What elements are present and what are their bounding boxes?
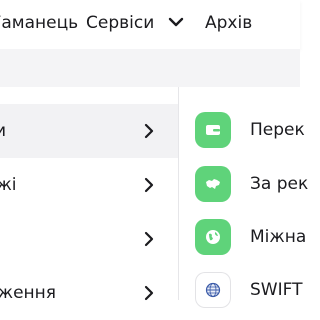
right-menu-item-1[interactable]: Перек <box>195 112 315 152</box>
right-menu-label: Міжна <box>250 227 307 247</box>
left-menu-item-3[interactable]: к <box>0 212 178 266</box>
left-menu-label: дження <box>0 283 56 303</box>
header-band <box>0 49 300 87</box>
swift-globe-icon <box>195 272 231 308</box>
nav-item-services[interactable]: Сервіси <box>86 12 154 34</box>
globe-icon <box>195 219 231 255</box>
right-menu-item-3[interactable]: Міжна <box>195 219 315 259</box>
wallet-icon <box>195 112 231 148</box>
right-menu-label: Перек <box>250 120 305 140</box>
chevron-right-icon <box>144 123 154 139</box>
nav-item-archive[interactable]: Архів <box>205 12 252 34</box>
right-menu-label: SWIFT <box>250 280 303 300</box>
ukraine-map-icon <box>195 166 231 202</box>
left-menu-item-2[interactable]: ежі <box>0 158 178 212</box>
left-menu-item-payments[interactable]: зи <box>0 104 178 158</box>
chevron-right-icon <box>144 231 154 247</box>
chevron-right-icon <box>144 177 154 193</box>
menu-divider <box>178 87 179 300</box>
left-menu-label: зи <box>0 121 7 141</box>
chevron-down-icon[interactable] <box>168 16 184 28</box>
right-menu-item-2[interactable]: За рек <box>195 166 315 206</box>
chevron-right-icon <box>144 285 154 301</box>
right-menu-item-4[interactable]: SWIFT <box>195 272 315 312</box>
right-menu-label: За рек <box>250 174 309 194</box>
top-navigation: Гаманець Сервіси Архів <box>0 0 300 49</box>
left-menu-label: ежі <box>0 175 17 195</box>
nav-item-wallet[interactable]: Гаманець <box>0 12 78 34</box>
left-menu-item-4[interactable]: дження <box>0 266 178 320</box>
